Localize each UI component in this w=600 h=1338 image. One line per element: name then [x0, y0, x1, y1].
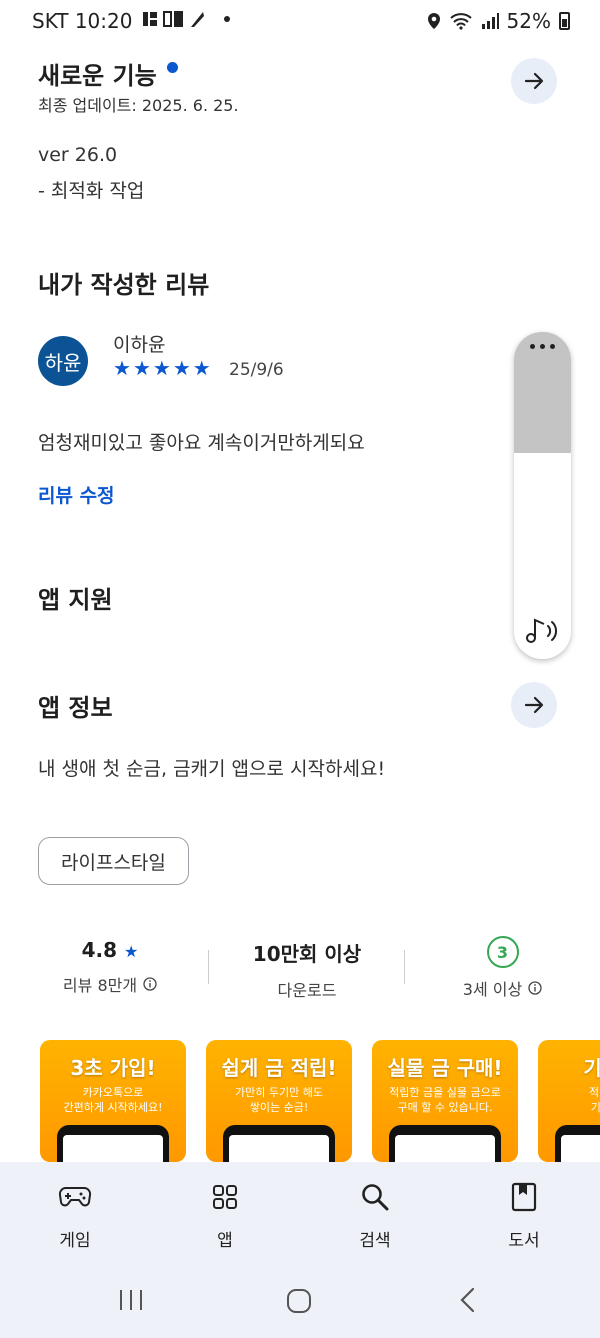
- bottom-navigation: 게임 앱 검색 도서: [0, 1162, 600, 1338]
- screenshot-subtitle: 카카오톡으로 간편하게 시작하세요!: [63, 1086, 163, 1114]
- notification-icons: [142, 10, 230, 28]
- feather-notification-icon: [191, 12, 204, 27]
- screenshot-title: 실물 금 구매!: [387, 1056, 503, 1080]
- app-info-title: 앱 정보: [38, 694, 113, 722]
- star-icon: ★: [124, 942, 139, 961]
- screenshot-title: 기프티: [583, 1056, 600, 1080]
- nav-books-label: 도서: [508, 1231, 540, 1251]
- downloads-value: 10만회 이상: [252, 942, 362, 966]
- phone-mockup: [389, 1125, 501, 1162]
- age-rating-stat: 3 3세 이상: [430, 936, 575, 1000]
- app-description: 내 생애 첫 순금, 금캐기 앱으로 시작하세요!: [38, 758, 386, 780]
- my-review-title: 내가 작성한 리뷰: [38, 271, 210, 299]
- arrow-right-icon: [524, 72, 544, 90]
- version-text: ver 26.0: [38, 144, 118, 166]
- star-icon: ★: [172, 356, 191, 380]
- age-badge: 3: [486, 936, 519, 968]
- rating-value: 4.8: [81, 938, 118, 962]
- avatar: 하윤: [38, 336, 88, 386]
- reviewer-name: 이하윤: [113, 334, 166, 356]
- nav-games[interactable]: 게임: [35, 1180, 115, 1251]
- screenshot-title: 3초 가입!: [70, 1056, 156, 1080]
- phone-mockup: [555, 1125, 600, 1162]
- review-text: 엄청재미있고 좋아요 계속이거만하게되요: [38, 432, 365, 454]
- screenshot-subtitle: 적립한 금 기프티콘: [589, 1086, 600, 1114]
- rating-sub: 리뷰 8만개: [62, 976, 138, 995]
- recent-apps-icon[interactable]: [118, 1288, 144, 1312]
- sound-icon[interactable]: [524, 615, 562, 649]
- book-icon: [511, 1182, 537, 1212]
- last-updated: 최종 업데이트: 2025. 6. 25.: [38, 96, 239, 115]
- more-notifications-dot: [224, 16, 230, 22]
- system-navigation-bar: [0, 1282, 600, 1322]
- age-badge-row: 3: [430, 936, 575, 968]
- rating-value-row: 4.8 ★: [40, 938, 180, 962]
- status-time: SKT 10:20: [32, 9, 133, 33]
- floating-sound-widget[interactable]: [514, 332, 571, 659]
- gamepad-icon: [59, 1186, 91, 1207]
- signal-icon: [481, 13, 499, 29]
- age-sub-row: 3세 이상: [430, 976, 575, 1000]
- app-support-title[interactable]: 앱 지원: [38, 580, 113, 615]
- star-icon: ★: [113, 356, 131, 380]
- stat-divider: [208, 950, 209, 984]
- back-icon[interactable]: [458, 1286, 478, 1314]
- screenshot-subtitle: 가만히 두기만 해도 쌓이는 순금!: [235, 1086, 323, 1114]
- status-bar: SKT 10:20 52%: [0, 0, 600, 40]
- phone-mockup: [57, 1125, 169, 1162]
- battery-percent: 52%: [506, 9, 551, 33]
- nav-apps-label: 앱: [217, 1231, 233, 1251]
- widget-drag-area[interactable]: [514, 332, 571, 453]
- screenshot-subtitle: 적립한 금을 실물 금으로 구매 할 수 있습니다.: [389, 1086, 501, 1114]
- gallery-notification-icon: [143, 12, 157, 26]
- info-icon: [143, 977, 157, 991]
- arrow-right-icon: [524, 696, 544, 714]
- new-indicator-dot: [166, 62, 178, 73]
- nav-search-label: 검색: [359, 1231, 391, 1251]
- edit-review-link[interactable]: 리뷰 수정: [38, 481, 115, 508]
- phone-mockup: [223, 1125, 335, 1162]
- downloads-sub: 다운로드: [277, 981, 337, 1000]
- system-indicators: 52%: [427, 9, 570, 33]
- age-sub: 3세 이상: [462, 980, 523, 999]
- downloads-stat: 10만회 이상 다운로드: [222, 938, 392, 1001]
- review-date: 25/9/6: [229, 360, 284, 380]
- nav-apps[interactable]: 앱: [185, 1180, 265, 1251]
- app-info-arrow-button[interactable]: [511, 682, 557, 728]
- nav-search[interactable]: 검색: [335, 1180, 415, 1251]
- review-star-rating: ★ ★ ★ ★ ★: [113, 358, 211, 378]
- star-icon: ★: [132, 356, 151, 380]
- app-screenshot[interactable]: 쉽게 금 적립! 가만히 두기만 해도 쌓이는 순금!: [206, 1040, 352, 1162]
- nav-books[interactable]: 도서: [484, 1180, 564, 1251]
- star-icon: ★: [192, 356, 211, 380]
- screenshot-title: 쉽게 금 적립!: [221, 1056, 337, 1080]
- stat-divider: [404, 950, 405, 984]
- whats-new-title: 새로운 기능: [38, 62, 157, 90]
- rating-stat: 4.8 ★ 리뷰 8만개: [40, 938, 180, 996]
- apps-grid-icon: [213, 1185, 237, 1209]
- search-icon: [362, 1184, 389, 1211]
- wifi-icon: [449, 13, 472, 30]
- app-screenshot[interactable]: 기프티적립한 금 기프티콘: [538, 1040, 600, 1162]
- app-screenshot[interactable]: 3초 가입! 카카오톡으로 간편하게 시작하세요!: [40, 1040, 186, 1162]
- battery-icon: [559, 12, 570, 30]
- whats-new-header[interactable]: 새로운 기능: [38, 56, 178, 91]
- app-screenshot[interactable]: 실물 금 구매! 적립한 금을 실물 금으로 구매 할 수 있습니다.: [372, 1040, 518, 1162]
- nav-games-label: 게임: [59, 1231, 91, 1251]
- update-note: - 최적화 작업: [38, 180, 145, 202]
- category-chip[interactable]: 라이프스타일: [38, 837, 189, 885]
- app-notification-icon: [163, 11, 183, 27]
- info-icon: [528, 981, 542, 995]
- star-icon: ★: [152, 356, 171, 380]
- home-icon[interactable]: [286, 1288, 312, 1314]
- whats-new-arrow-button[interactable]: [511, 58, 557, 104]
- more-icon[interactable]: [530, 344, 555, 453]
- rating-sub-row: 리뷰 8만개: [40, 972, 180, 996]
- location-icon: [427, 13, 440, 29]
- screenshot-carousel[interactable]: 3초 가입! 카카오톡으로 간편하게 시작하세요! 쉽게 금 적립! 가만히 두기만 …: [40, 1040, 600, 1162]
